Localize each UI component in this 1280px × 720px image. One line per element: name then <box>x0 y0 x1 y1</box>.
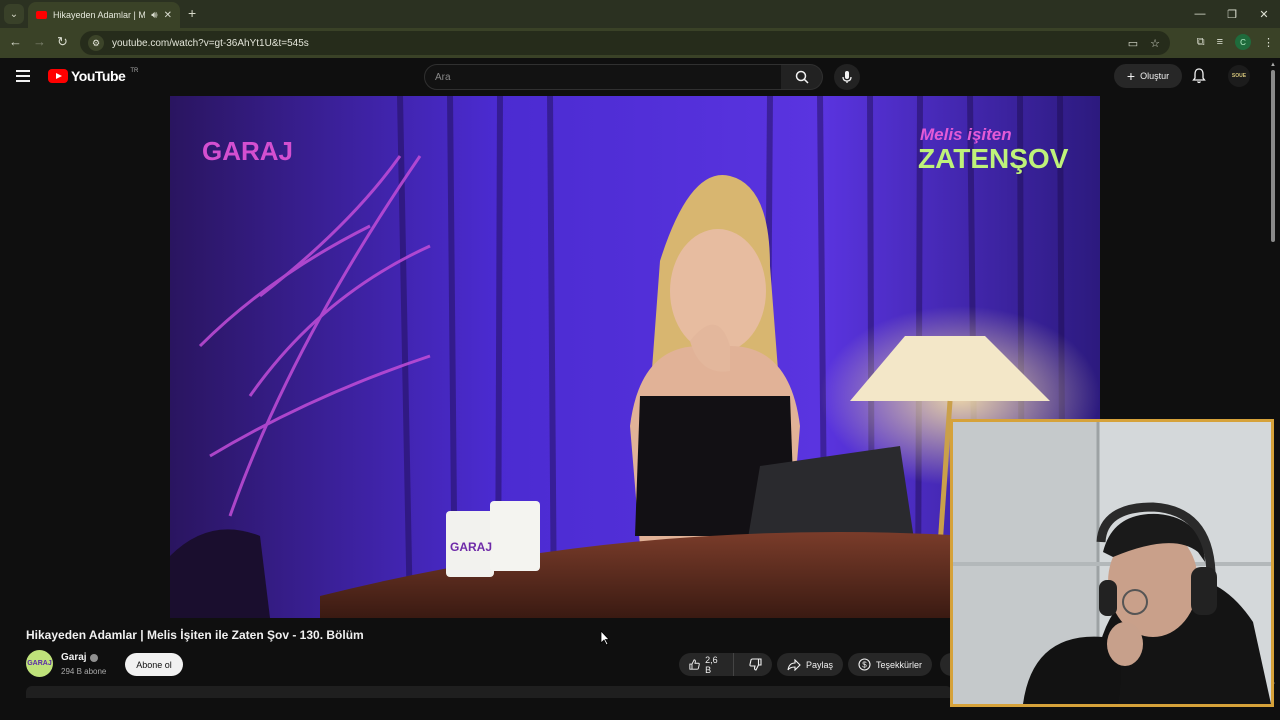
back-button[interactable]: ← <box>9 34 22 49</box>
youtube-favicon-icon <box>36 11 47 19</box>
thumbs-down-icon <box>749 658 762 671</box>
microphone-icon <box>842 71 852 83</box>
channel-name: Garaj <box>61 652 87 663</box>
description-box[interactable] <box>26 686 952 698</box>
youtube-logo[interactable]: YouTube TR <box>48 68 138 84</box>
toolbar-right: ⧉ ≡ C ⋮ <box>1197 34 1274 50</box>
bookmark-star-icon[interactable]: ☆ <box>1150 37 1160 50</box>
verified-icon <box>89 653 98 662</box>
show-overlay-bottom: ZATENŞOV <box>918 143 1069 174</box>
like-button[interactable]: 2,6 B <box>679 653 734 676</box>
search-icon <box>795 70 809 84</box>
address-bar-actions: ▭ ☆ <box>1128 31 1160 55</box>
forward-button[interactable]: → <box>33 34 46 49</box>
subscriber-count: 294 B abone <box>61 667 107 676</box>
logo-text: YouTube <box>71 68 126 84</box>
like-dislike-group: 2,6 B <box>679 653 772 676</box>
bell-icon <box>1192 68 1206 84</box>
dislike-button[interactable] <box>739 653 772 676</box>
address-bar[interactable]: ⚙ youtube.com/watch?v=gt-36AhYt1U&t=545s… <box>80 31 1170 55</box>
profile-avatar[interactable]: C <box>1235 34 1251 50</box>
scroll-up-icon[interactable]: ▲ <box>1270 62 1276 68</box>
thanks-label: Teşekkürler <box>876 659 923 670</box>
cast-icon[interactable]: ▭ <box>1128 37 1138 50</box>
country-code: TR <box>130 68 139 74</box>
show-overlay-top: Melis işiten <box>920 125 1012 144</box>
subscribe-button[interactable]: Abone ol <box>125 653 183 676</box>
new-tab-button[interactable]: + <box>188 5 196 21</box>
channel-avatar[interactable]: GARAJ <box>26 650 53 677</box>
thanks-button[interactable]: $ Teşekkürler <box>848 653 933 676</box>
close-window-button[interactable]: ✕ <box>1248 0 1280 28</box>
search-input[interactable] <box>435 71 781 83</box>
speaker-icon[interactable]: 🔊︎ <box>151 10 157 21</box>
tab-title: Hikayeden Adamlar | Melis <box>53 10 146 20</box>
tab-search-button[interactable]: ⌄ <box>4 4 24 24</box>
create-label: Oluştur <box>1140 71 1170 81</box>
browser-menu-icon[interactable]: ⋮ <box>1263 36 1274 49</box>
webcam-overlay <box>950 419 1274 707</box>
minimize-button[interactable]: — <box>1184 0 1216 28</box>
reload-button[interactable]: ↻ <box>57 34 68 50</box>
scrollbar-thumb[interactable] <box>1271 70 1275 242</box>
window-controls: — ❐ ✕ <box>1184 0 1280 28</box>
share-button[interactable]: Paylaş <box>777 653 844 676</box>
media-controls-icon[interactable]: ≡ <box>1217 36 1223 48</box>
super-thanks-icon: $ <box>858 658 871 671</box>
mouse-cursor-icon <box>600 630 610 646</box>
mug-logo-text: GARAJ <box>450 540 492 554</box>
browser-tab[interactable]: Hikayeden Adamlar | Melis 🔊︎ ✕ <box>28 2 180 28</box>
search-button[interactable] <box>781 64 823 90</box>
youtube-play-icon <box>48 69 68 83</box>
browser-toolbar: ← → ↻ ⚙ youtube.com/watch?v=gt-36AhYt1U&… <box>0 28 1280 58</box>
thumbs-up-icon <box>689 659 700 670</box>
extensions-icon[interactable]: ⧉ <box>1197 36 1205 49</box>
plus-icon: + <box>1126 68 1136 84</box>
webcam-feed <box>953 422 1271 704</box>
create-button[interactable]: + Oluştur <box>1114 64 1182 88</box>
garaj-overlay-logo: GARAJ <box>202 136 293 166</box>
youtube-header: YouTube TR + Oluştur SOUE <box>0 58 1280 96</box>
notifications-button[interactable] <box>1192 68 1206 89</box>
url-text: youtube.com/watch?v=gt-36AhYt1U&t=545s <box>112 37 309 49</box>
plus-icon: + <box>188 5 197 21</box>
video-title: Hikayeden Adamlar | Melis İşiten ile Zat… <box>26 628 364 642</box>
like-count: 2,6 B <box>705 654 718 675</box>
chevron-down-icon: ⌄ <box>9 8 19 20</box>
menu-icon[interactable] <box>16 70 30 82</box>
search-box <box>424 64 782 90</box>
share-label: Paylaş <box>806 659 834 670</box>
share-icon <box>787 658 801 671</box>
voice-search-button[interactable] <box>834 64 860 90</box>
svg-text:$: $ <box>862 661 867 670</box>
tab-bar: ⌄ Hikayeden Adamlar | Melis 🔊︎ ✕ + — ❐ ✕ <box>0 0 1280 28</box>
browser-frame: ⌄ Hikayeden Adamlar | Melis 🔊︎ ✕ + — ❐ ✕… <box>0 0 1280 58</box>
close-tab-icon[interactable]: ✕ <box>164 10 172 21</box>
site-info-icon[interactable]: ⚙ <box>88 35 104 51</box>
restore-button[interactable]: ❐ <box>1216 0 1248 28</box>
account-avatar[interactable]: SOUE <box>1228 65 1250 87</box>
channel-name-link[interactable]: Garaj <box>61 652 98 663</box>
